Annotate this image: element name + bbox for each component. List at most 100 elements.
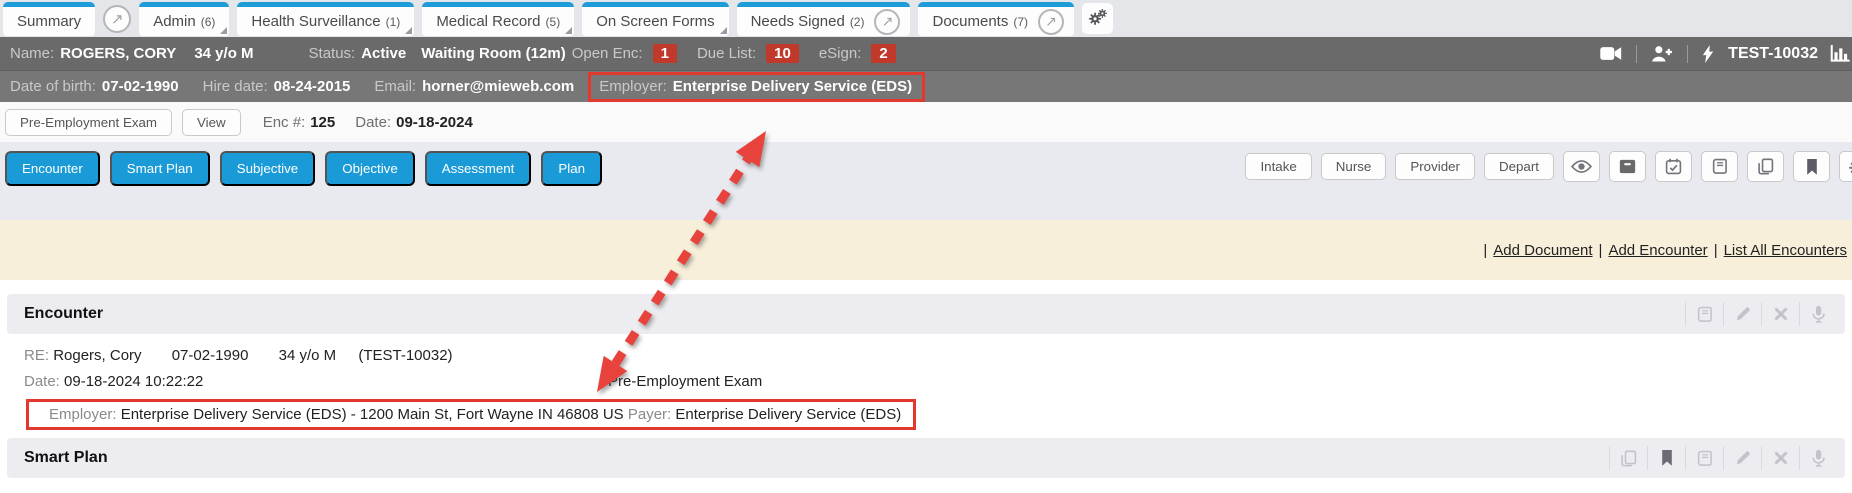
- external-link-icon[interactable]: ↗: [874, 9, 900, 35]
- tab-health-surveillance[interactable]: Health Surveillance (1): [237, 2, 414, 36]
- nav-plan-button[interactable]: Plan: [541, 151, 602, 186]
- tab-count: (1): [386, 15, 401, 29]
- gears-icon[interactable]: [1839, 151, 1852, 182]
- employer-label: Employer:: [599, 78, 667, 95]
- open-enc-badge[interactable]: 1: [653, 44, 677, 63]
- bookmark-icon[interactable]: [1793, 151, 1830, 182]
- re-label: RE:: [24, 347, 49, 364]
- tab-medical-record[interactable]: Medical Record (5): [422, 2, 574, 36]
- due-list-label: Due List:: [697, 45, 756, 62]
- date-line: Date: 09-18-2024 10:22:22 Pre-Employment…: [24, 373, 1852, 390]
- links-band: | Add Document | Add Encounter | List Al…: [0, 220, 1852, 280]
- stage-button-group: Intake Nurse Provider Depart: [1245, 151, 1852, 182]
- email-label: Email:: [374, 78, 416, 95]
- add-document-link[interactable]: Add Document: [1493, 242, 1592, 259]
- provider-button[interactable]: Provider: [1395, 153, 1475, 180]
- tab-label: On Screen Forms: [596, 13, 714, 30]
- nav-smart-plan-button[interactable]: Smart Plan: [110, 151, 210, 186]
- nav-objective-button[interactable]: Objective: [325, 151, 415, 186]
- tab-documents[interactable]: Documents (7) ↗: [918, 2, 1074, 36]
- nav-assessment-button[interactable]: Assessment: [425, 151, 532, 186]
- book-icon[interactable]: [1701, 151, 1738, 182]
- calendar-check-icon[interactable]: [1655, 151, 1692, 182]
- close-icon[interactable]: [1761, 302, 1799, 326]
- re-patient-name: Rogers, Cory: [53, 347, 141, 364]
- list-all-encounters-link[interactable]: List All Encounters: [1724, 242, 1847, 259]
- re-dob: 07-02-1990: [172, 347, 249, 364]
- nav-encounter-button[interactable]: Encounter: [5, 151, 100, 186]
- due-list-badge[interactable]: 10: [766, 44, 799, 63]
- microphone-icon[interactable]: [1799, 302, 1837, 326]
- employer-highlight-box: Employer: Enterprise Delivery Service (E…: [588, 72, 925, 102]
- re-line: RE: Rogers, Cory 07-02-1990 34 y/o M (TE…: [24, 347, 1852, 364]
- separator: |: [1599, 242, 1603, 259]
- name-label: Name:: [10, 45, 54, 62]
- bookmark-icon[interactable]: [1647, 446, 1685, 470]
- external-link-icon: ↗: [111, 10, 124, 28]
- intake-button[interactable]: Intake: [1245, 153, 1311, 180]
- tab-count: (7): [1013, 15, 1028, 29]
- encounter-date-time: 09-18-2024 10:22:22: [64, 373, 203, 390]
- pencil-icon[interactable]: [1723, 302, 1761, 326]
- dob-value: 07-02-1990: [102, 78, 179, 95]
- module-tab-bar: Summary ↗ Admin (6) Health Surveillance …: [0, 0, 1852, 37]
- encounter-nav-row: Encounter Smart Plan Subjective Objectiv…: [0, 142, 1852, 220]
- enc-date-label: Date:: [355, 114, 391, 131]
- copy-icon[interactable]: [1609, 446, 1647, 470]
- patient-name: ROGERS, CORY: [60, 45, 176, 62]
- tab-summary[interactable]: Summary: [3, 2, 95, 36]
- separator: |: [1483, 242, 1487, 259]
- enc-number-label: Enc #:: [263, 114, 306, 131]
- nurse-button[interactable]: Nurse: [1321, 153, 1387, 180]
- patient-age-sex: 34 y/o M: [194, 45, 253, 62]
- add-encounter-link[interactable]: Add Encounter: [1608, 242, 1707, 259]
- eye-icon[interactable]: [1563, 151, 1600, 182]
- tab-label: Admin: [153, 13, 196, 30]
- encounter-toolbar: Pre-Employment Exam View Enc #: 125 Date…: [0, 102, 1852, 142]
- date-label: Date:: [24, 373, 60, 390]
- tab-count: (6): [201, 15, 216, 29]
- open-chart-new-window-icon[interactable]: ↗: [103, 5, 131, 33]
- copy-icon[interactable]: [1747, 151, 1784, 182]
- section-header-icons: [1609, 446, 1837, 470]
- book-icon[interactable]: [1685, 302, 1723, 326]
- view-button[interactable]: View: [182, 109, 241, 136]
- esign-badge[interactable]: 2: [871, 44, 895, 63]
- demographics-bar: Date of birth: 07-02-1990 Hire date: 08-…: [0, 70, 1852, 102]
- exam-type-button[interactable]: Pre-Employment Exam: [5, 109, 172, 136]
- chart-column-icon[interactable]: [1830, 45, 1850, 62]
- add-person-icon[interactable]: [1651, 45, 1673, 62]
- patient-status: Active: [361, 45, 406, 62]
- hire-date-value: 08-24-2015: [274, 78, 351, 95]
- hire-date-label: Hire date:: [203, 78, 268, 95]
- tab-settings-gears-icon[interactable]: [1082, 3, 1113, 34]
- tab-needs-signed[interactable]: Needs Signed (2) ↗: [737, 2, 911, 36]
- depart-button[interactable]: Depart: [1484, 153, 1554, 180]
- section-title: Smart Plan: [24, 449, 108, 467]
- payer-value: Enterprise Delivery Service (EDS): [675, 406, 901, 423]
- close-icon[interactable]: [1761, 446, 1799, 470]
- tab-on-screen-forms[interactable]: On Screen Forms: [582, 2, 728, 36]
- tab-label: Documents: [932, 13, 1008, 30]
- re-chart-id: (TEST-10032): [358, 347, 452, 364]
- tab-admin[interactable]: Admin (6): [139, 2, 229, 36]
- webchart-encounter-page: Summary ↗ Admin (6) Health Surveillance …: [0, 0, 1852, 493]
- microphone-icon[interactable]: [1799, 446, 1837, 470]
- re-age-sex: 34 y/o M: [279, 347, 337, 364]
- book-icon[interactable]: [1685, 446, 1723, 470]
- section-header-icons: [1685, 302, 1837, 326]
- tab-label: Needs Signed: [751, 13, 845, 30]
- nav-subjective-button[interactable]: Subjective: [220, 151, 316, 186]
- archive-box-icon[interactable]: [1609, 151, 1646, 182]
- video-camera-icon[interactable]: [1600, 46, 1622, 61]
- lightning-icon[interactable]: [1702, 45, 1714, 63]
- external-link-icon[interactable]: ↗: [1038, 9, 1064, 35]
- divider: [1687, 45, 1688, 63]
- chart-id: TEST-10032: [1728, 45, 1818, 63]
- esign-label: eSign:: [819, 45, 862, 62]
- encounter-content: Encounter RE: Rogers, Cory 0: [0, 280, 1852, 478]
- separator: |: [1714, 242, 1718, 259]
- tab-count: (2): [850, 15, 865, 29]
- enc-date-value: 09-18-2024: [396, 114, 473, 131]
- pencil-icon[interactable]: [1723, 446, 1761, 470]
